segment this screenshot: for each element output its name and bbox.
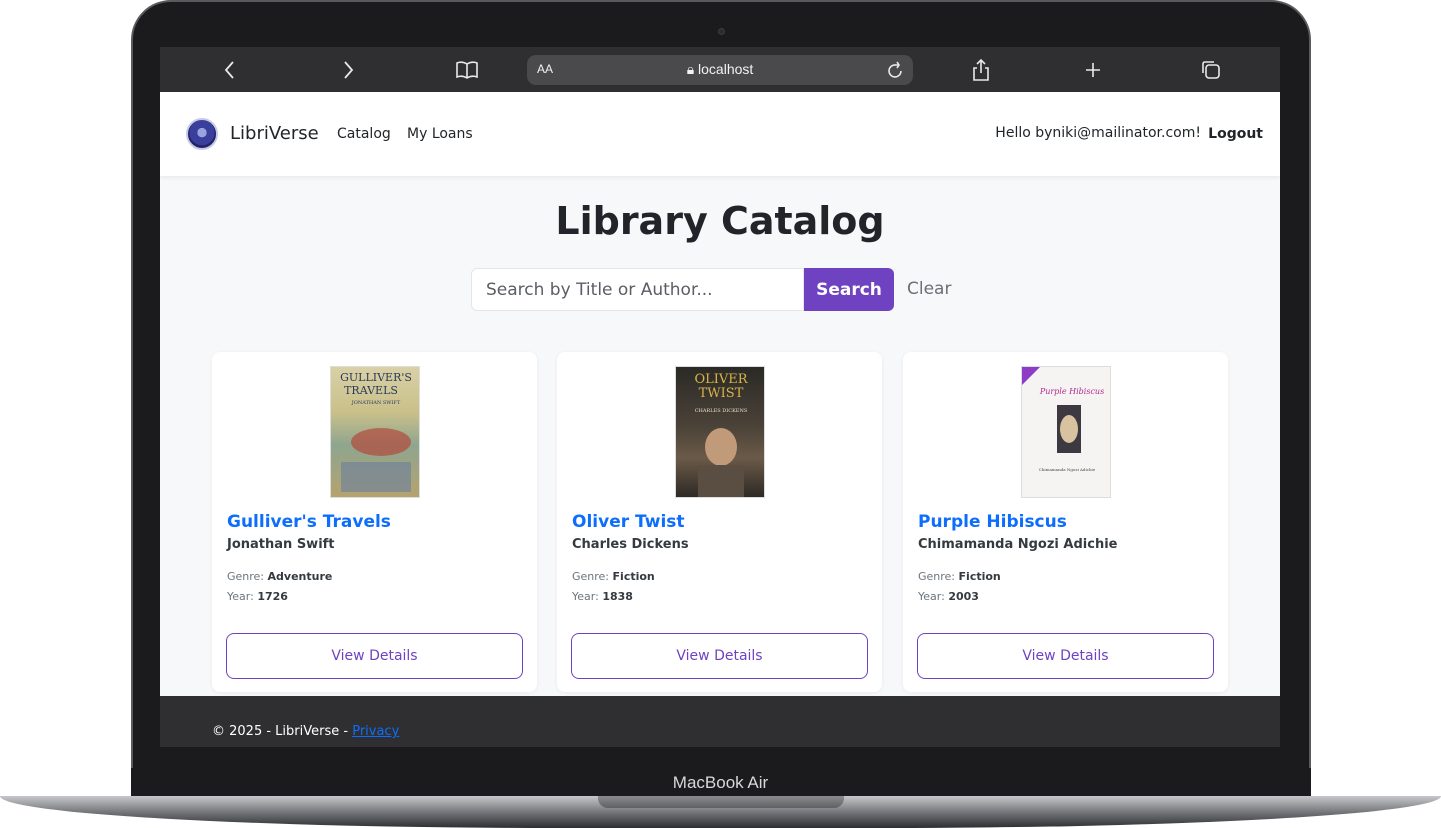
footer-text: © 2025 - LibriVerse - Privacy bbox=[212, 724, 399, 739]
svg-text:CHARLES DICKENS: CHARLES DICKENS bbox=[695, 408, 748, 414]
book-author: Chimamanda Ngozi Adichie bbox=[918, 537, 1118, 552]
brand-name[interactable]: LibriVerse bbox=[230, 123, 319, 144]
back-button[interactable] bbox=[210, 47, 250, 92]
svg-text:TRAVELS: TRAVELS bbox=[344, 384, 398, 397]
book-cover-image[interactable]: OLIVER TWIST CHARLES DICKENS bbox=[675, 366, 765, 498]
clear-link[interactable]: Clear bbox=[907, 279, 951, 299]
oliver-cover-art: OLIVER TWIST CHARLES DICKENS bbox=[694, 372, 749, 497]
camera-icon bbox=[718, 28, 725, 35]
share-button[interactable] bbox=[961, 47, 1001, 92]
plus-icon bbox=[1086, 62, 1100, 77]
book-genre: Genre: Fiction bbox=[918, 570, 1001, 583]
lock-icon: 🔒︎ bbox=[686, 61, 699, 77]
device-model-label: MacBook Air bbox=[672, 773, 769, 792]
svg-text:JONATHAN SWIFT: JONATHAN SWIFT bbox=[351, 400, 401, 406]
url-display: 🔒︎ localhost bbox=[527, 61, 913, 78]
logo-icon[interactable] bbox=[186, 118, 218, 150]
nav-link-my-loans[interactable]: My Loans bbox=[407, 126, 473, 142]
nav-link-catalog[interactable]: Catalog bbox=[337, 126, 391, 142]
screen: AA 🔒︎ localhost LibriVerse Catalog My Lo… bbox=[160, 47, 1280, 747]
tabs-icon bbox=[1202, 60, 1220, 79]
svg-text:Chimamanda Ngozi Adichie: Chimamanda Ngozi Adichie bbox=[1039, 467, 1096, 472]
svg-text:TWIST: TWIST bbox=[699, 386, 744, 401]
book-title[interactable]: Gulliver's Travels bbox=[227, 512, 391, 532]
new-tab-button[interactable] bbox=[1073, 47, 1113, 92]
book-genre: Genre: Adventure bbox=[227, 570, 333, 583]
copyright-text: © 2025 - LibriVerse - bbox=[212, 724, 353, 739]
tabs-button[interactable] bbox=[1191, 47, 1231, 92]
book-card: GULLIVER'S TRAVELS JONATHAN SWIFT Gulliv… bbox=[212, 352, 537, 692]
page-title: Library Catalog bbox=[555, 199, 885, 243]
view-details-button[interactable]: View Details bbox=[226, 633, 523, 679]
svg-text:OLIVER: OLIVER bbox=[694, 372, 748, 387]
bookmarks-button[interactable] bbox=[447, 47, 487, 92]
svg-text:Purple Hibiscus: Purple Hibiscus bbox=[1039, 387, 1104, 396]
book-year: Year: 2003 bbox=[918, 590, 979, 603]
view-details-button[interactable]: View Details bbox=[917, 633, 1214, 679]
svg-text:GULLIVER'S: GULLIVER'S bbox=[340, 371, 412, 384]
book-year: Year: 1838 bbox=[572, 590, 633, 603]
book-icon bbox=[456, 60, 478, 79]
book-author: Jonathan Swift bbox=[227, 537, 335, 552]
forward-button[interactable] bbox=[328, 47, 368, 92]
book-genre: Genre: Fiction bbox=[572, 570, 655, 583]
book-title[interactable]: Purple Hibiscus bbox=[918, 512, 1067, 532]
privacy-link[interactable]: Privacy bbox=[352, 724, 399, 739]
book-author: Charles Dickens bbox=[572, 537, 689, 552]
reload-icon[interactable] bbox=[887, 60, 905, 80]
book-cover-image[interactable]: Purple Hibiscus Chimamanda Ngozi Adichie bbox=[1021, 366, 1111, 498]
browser-toolbar: AA 🔒︎ localhost bbox=[160, 47, 1280, 92]
share-icon bbox=[973, 58, 989, 81]
address-bar[interactable]: AA 🔒︎ localhost bbox=[527, 55, 913, 85]
logout-link[interactable]: Logout bbox=[1208, 126, 1263, 142]
book-year: Year: 1726 bbox=[227, 590, 288, 603]
user-greeting: Hello byniki@mailinator.com! bbox=[995, 125, 1201, 141]
url-text: localhost bbox=[698, 61, 754, 77]
search-button[interactable]: Search bbox=[804, 268, 894, 311]
hibiscus-cover-art: Purple Hibiscus Chimamanda Ngozi Adichie bbox=[1022, 367, 1104, 472]
book-card: OLIVER TWIST CHARLES DICKENS Oliver Twis… bbox=[557, 352, 882, 692]
book-title[interactable]: Oliver Twist bbox=[572, 512, 685, 532]
site-footer: © 2025 - LibriVerse - Privacy bbox=[160, 696, 1280, 747]
gulliver-cover-art: GULLIVER'S TRAVELS JONATHAN SWIFT bbox=[340, 371, 412, 492]
book-card: Purple Hibiscus Chimamanda Ngozi Adichie… bbox=[903, 352, 1228, 692]
search-input[interactable] bbox=[471, 268, 804, 311]
chevron-left-icon bbox=[224, 60, 234, 79]
book-cover-image[interactable]: GULLIVER'S TRAVELS JONATHAN SWIFT bbox=[330, 366, 420, 498]
chevron-right-icon bbox=[344, 60, 354, 79]
laptop-notch bbox=[598, 796, 844, 808]
view-details-button[interactable]: View Details bbox=[571, 633, 868, 679]
site-navbar: LibriVerse Catalog My Loans Hello byniki… bbox=[160, 92, 1280, 176]
